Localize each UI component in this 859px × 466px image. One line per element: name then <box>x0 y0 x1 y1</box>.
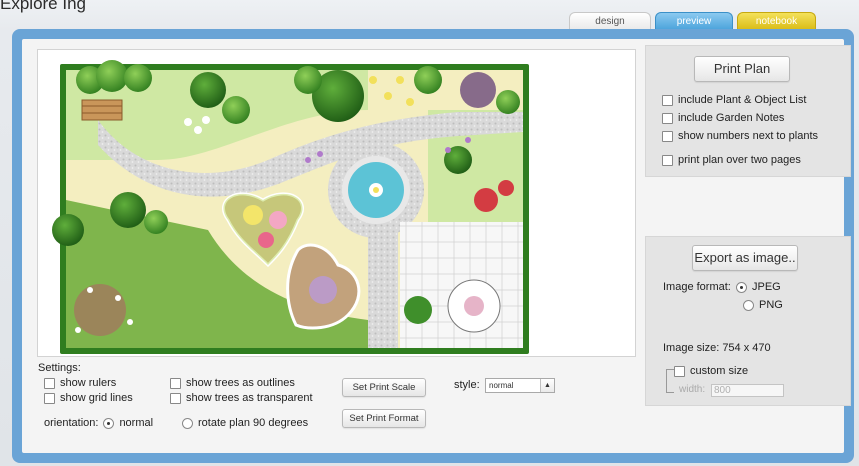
checkbox[interactable] <box>662 94 673 106</box>
format-label: PNG <box>759 299 783 311</box>
radio-button[interactable] <box>743 299 754 311</box>
format-label: JPEG <box>752 281 781 293</box>
radio-button[interactable] <box>182 417 193 429</box>
export-panel: Export as image.. Image format: JPEG PNG… <box>645 236 851 406</box>
orientation-label: orientation: <box>44 417 99 429</box>
image-size-value: 754 x 470 <box>722 342 771 354</box>
setting-label: show rulers <box>60 377 117 389</box>
setting-trees-transparent[interactable]: show trees as transparent <box>170 392 313 404</box>
setting-label: show trees as outlines <box>186 377 295 389</box>
checkbox[interactable] <box>662 112 673 124</box>
style-select-value: normal <box>489 381 514 390</box>
format-png-option[interactable]: PNG <box>743 299 783 311</box>
checkbox[interactable] <box>44 377 55 389</box>
export-image-button[interactable]: Export as image.. <box>692 245 798 271</box>
set-print-format-button[interactable]: Set Print Format <box>342 409 426 428</box>
custom-size-bracket <box>666 369 674 393</box>
tab-preview[interactable]: preview <box>655 12 733 30</box>
tab-notebook[interactable]: notebook <box>737 12 816 30</box>
custom-size-option[interactable]: custom size <box>674 365 748 377</box>
tab-design[interactable]: design <box>569 12 651 30</box>
checkbox[interactable] <box>44 392 55 404</box>
radio-button[interactable] <box>736 281 747 293</box>
width-input[interactable]: 800 <box>711 384 784 397</box>
setting-trees-outlines[interactable]: show trees as outlines <box>170 377 295 389</box>
setting-label: show trees as transparent <box>186 392 313 404</box>
option-label: include Plant & Object List <box>678 94 807 106</box>
set-print-scale-button[interactable]: Set Print Scale <box>342 378 426 397</box>
image-size-row: Image size: 754 x 470 <box>663 342 771 354</box>
style-select[interactable]: normal ▲ <box>485 378 555 393</box>
custom-size-label: custom size <box>690 365 749 377</box>
preview-area: Print Plan include Plant & Object List i… <box>22 39 851 453</box>
checkbox[interactable] <box>170 377 181 389</box>
option-include-plant-list[interactable]: include Plant & Object List <box>662 94 806 106</box>
orientation-option-label: normal <box>119 417 154 429</box>
orientation-rotate-option[interactable]: rotate plan 90 degrees <box>182 417 308 429</box>
checkbox[interactable] <box>170 392 181 404</box>
orientation-option-label: rotate plan 90 degrees <box>198 417 309 429</box>
page-heading: Explore Ing <box>0 0 86 13</box>
checkbox[interactable] <box>662 154 673 166</box>
image-size-label: Image size: <box>663 342 720 354</box>
option-two-pages[interactable]: print plan over two pages <box>662 154 801 166</box>
orientation-row: orientation: normal <box>44 417 153 429</box>
option-label: show numbers next to plants <box>678 130 819 142</box>
image-format-label: Image format: <box>663 281 731 293</box>
checkbox[interactable] <box>662 130 673 142</box>
setting-label: show grid lines <box>60 392 133 404</box>
option-label: print plan over two pages <box>678 154 801 166</box>
settings-heading: Settings: <box>38 362 81 374</box>
width-label: width: <box>679 384 706 395</box>
option-include-garden-notes[interactable]: include Garden Notes <box>662 112 784 124</box>
caret-up-icon: ▲ <box>540 379 554 392</box>
print-plan-button[interactable]: Print Plan <box>694 56 790 82</box>
setting-show-grid-lines[interactable]: show grid lines <box>44 392 133 404</box>
setting-show-rulers[interactable]: show rulers <box>44 377 116 389</box>
garden-plan-image <box>52 60 529 354</box>
checkbox[interactable] <box>674 365 685 377</box>
radio-button[interactable] <box>103 417 115 429</box>
app-frame: Print Plan include Plant & Object List i… <box>12 29 854 463</box>
orientation-normal-option[interactable]: normal <box>103 417 153 429</box>
print-options-panel: Print Plan include Plant & Object List i… <box>645 45 851 177</box>
option-show-numbers[interactable]: show numbers next to plants <box>662 130 818 142</box>
format-jpeg-option[interactable]: JPEG <box>736 281 781 293</box>
garden-plan-preview <box>37 49 636 357</box>
style-label: style: <box>454 379 480 391</box>
option-label: include Garden Notes <box>678 112 785 124</box>
